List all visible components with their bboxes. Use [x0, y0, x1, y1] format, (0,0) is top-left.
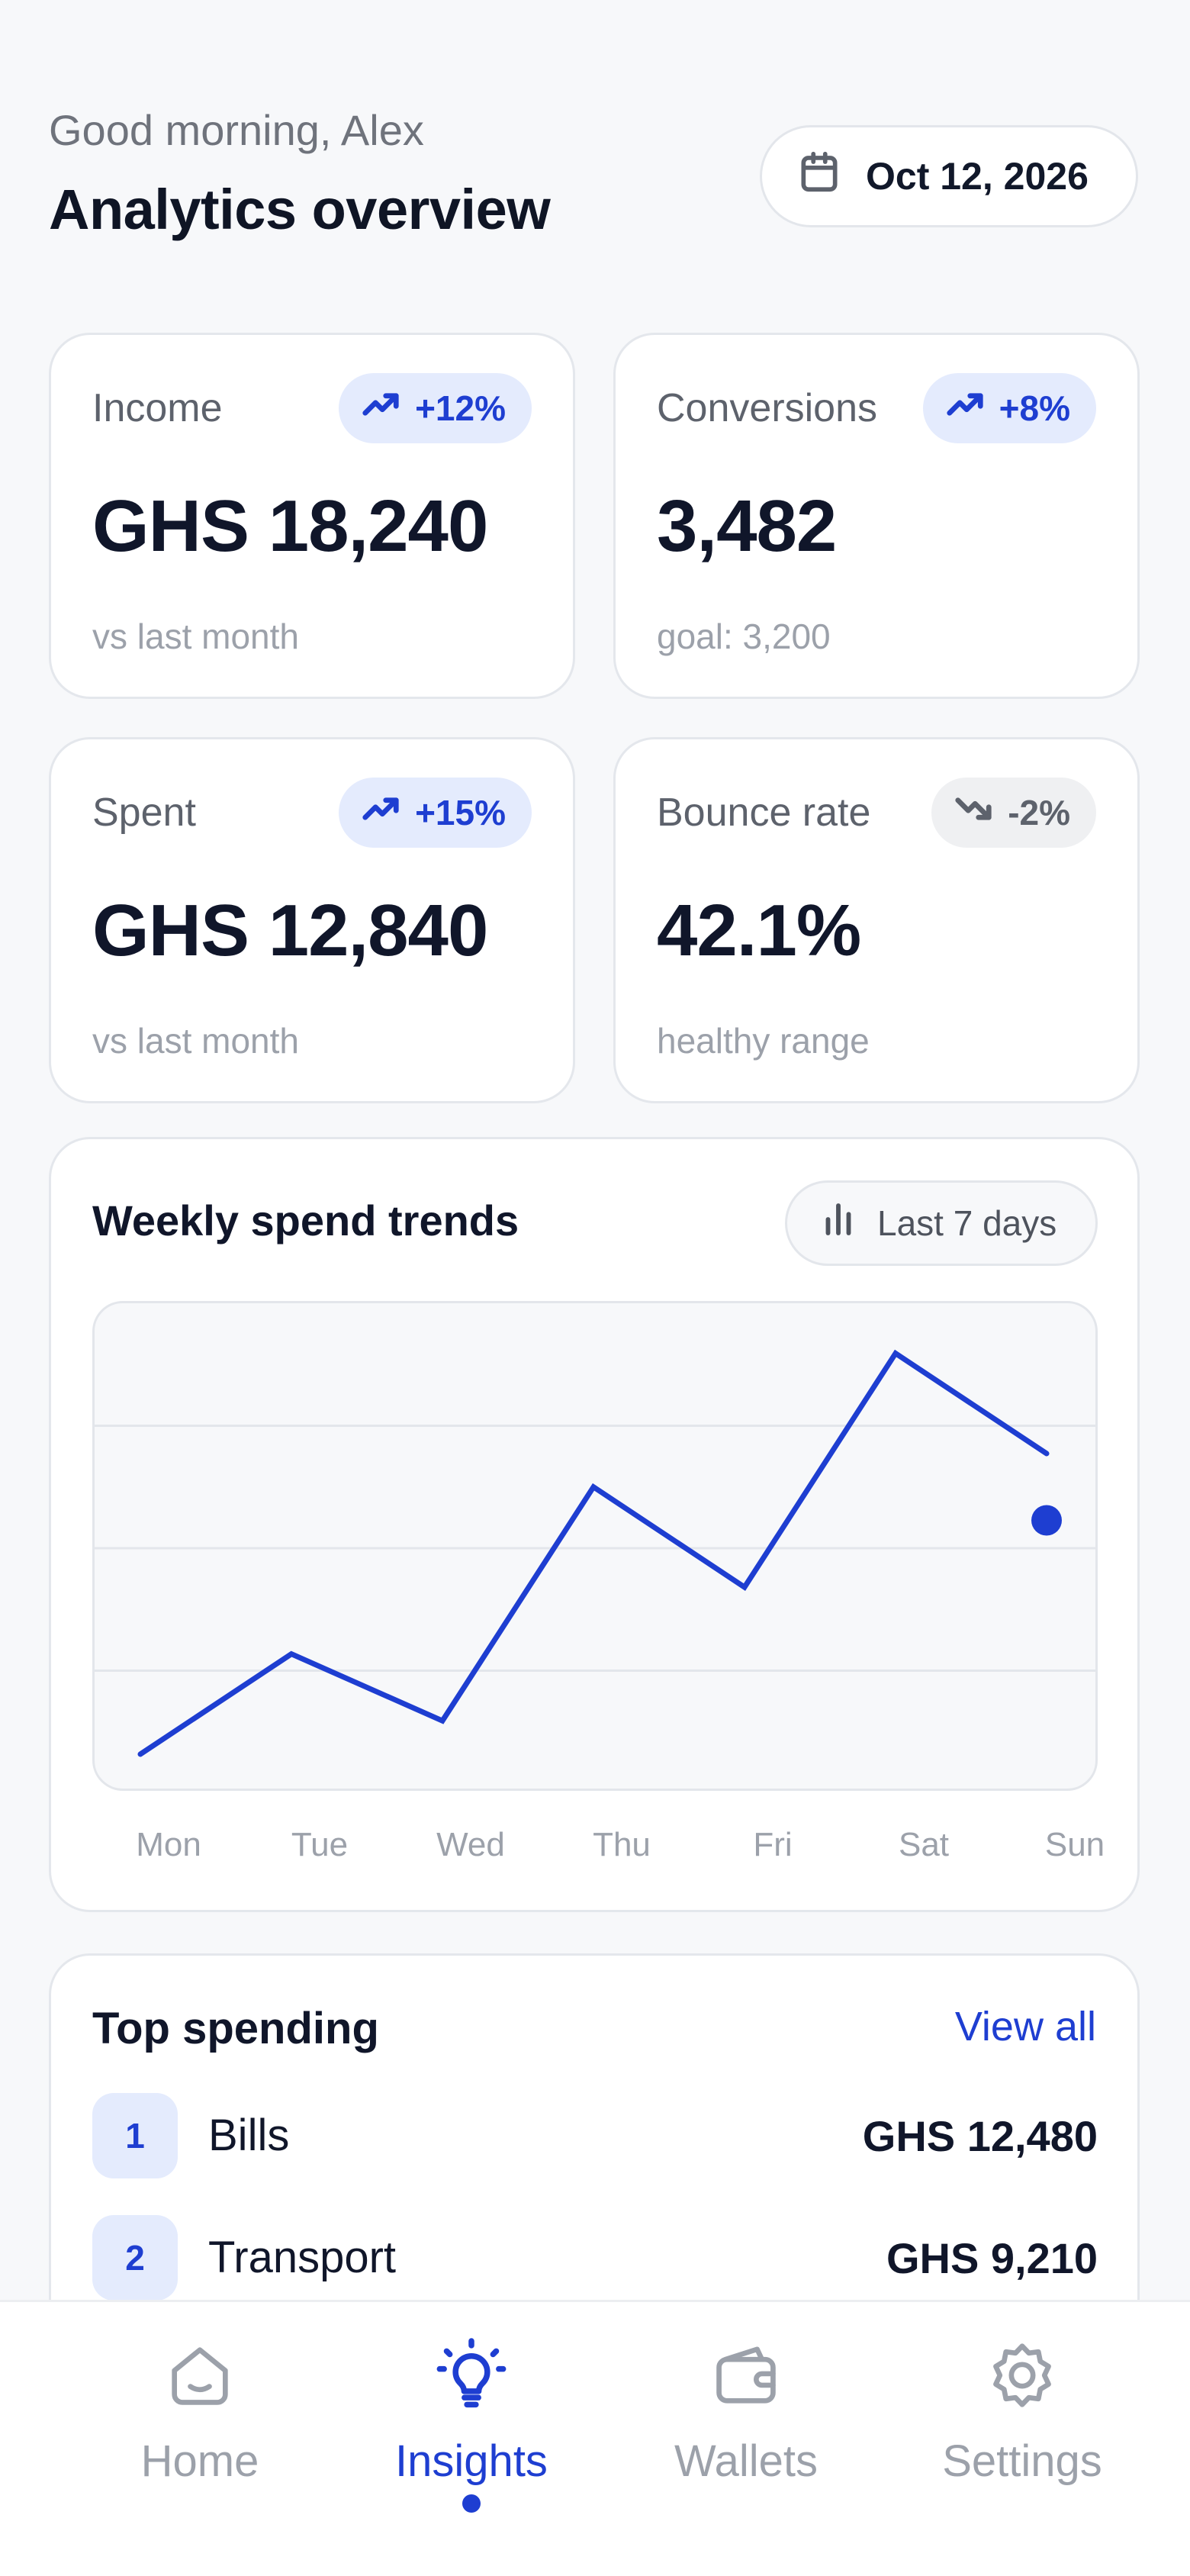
stat-value: 42.1% [657, 890, 861, 971]
stat-label: Spent [92, 791, 196, 835]
rank-badge: 1 [92, 2093, 178, 2178]
stat-card-conversions[interactable]: Conversions +8% 3,482 goal: 3,200 [613, 333, 1140, 699]
chart-title: Weekly spend trends [92, 1196, 519, 1245]
stat-card-spent[interactable]: Spent +15% GHS 12,840 vs last month [49, 737, 575, 1103]
trending-up-icon [360, 384, 401, 433]
list-item[interactable]: 2 Transport GHS 9,210 [92, 2215, 1098, 2301]
gear-icon [984, 2337, 1060, 2417]
trending-up-icon [944, 384, 986, 433]
x-tick-label: Fri [753, 1826, 793, 1863]
stat-label: Income [92, 386, 223, 430]
x-tick-label: Sat [898, 1826, 950, 1863]
x-tick-label: Sun [1044, 1826, 1105, 1863]
section-title: Top spending [92, 2004, 379, 2053]
date-range-label: Last 7 days [877, 1203, 1057, 1243]
stat-value: 3,482 [657, 485, 837, 567]
greeting-text: Good morning, Alex [49, 106, 424, 154]
line-chart [95, 1349, 1095, 1757]
category-amount: GHS 9,210 [886, 2234, 1098, 2282]
list-item[interactable]: 1 Bills GHS 12,480 [92, 2093, 1098, 2178]
stat-card-income[interactable]: Income +12% GHS 18,240 vs last month [49, 333, 575, 699]
active-indicator [462, 2494, 481, 2513]
nav-item-wallets[interactable]: Wallets [632, 2337, 860, 2487]
x-axis: Mon Tue Wed Thu Fri Sat Sun [51, 1826, 1142, 1872]
nav-label: Settings [942, 2436, 1102, 2486]
highlight-point[interactable] [1031, 1505, 1062, 1536]
stat-value: GHS 12,840 [92, 890, 488, 971]
stat-subtext: vs last month [92, 617, 299, 656]
calendar-icon [796, 148, 843, 204]
trend-badge: +15% [339, 778, 532, 848]
x-tick-label: Wed [436, 1826, 505, 1863]
home-icon [162, 2337, 238, 2417]
date-picker-button[interactable]: Oct 12, 2026 [760, 125, 1138, 227]
lightbulb-icon [433, 2337, 510, 2417]
chart-plot-area [92, 1301, 1098, 1791]
weekly-spend-card: Weekly spend trends Last 7 days Mon Tue We… [49, 1137, 1140, 1912]
x-tick-label: Thu [593, 1826, 651, 1863]
x-tick-label: Tue [291, 1826, 349, 1863]
bar-chart-icon [818, 1199, 859, 1248]
nav-item-home[interactable]: Home [85, 2337, 314, 2487]
date-label: Oct 12, 2026 [866, 155, 1089, 198]
stat-subtext: healthy range [657, 1021, 870, 1061]
date-range-button[interactable]: Last 7 days [785, 1180, 1098, 1266]
stat-subtext: goal: 3,200 [657, 617, 831, 656]
nav-label: Home [140, 2436, 259, 2486]
view-all-link[interactable]: View all [955, 2003, 1096, 2050]
category-name: Bills [208, 2111, 290, 2160]
trend-badge: +12% [339, 373, 532, 443]
bottom-nav: Home Insights Wallets Settings [0, 2300, 1190, 2576]
nav-label: Insights [395, 2436, 548, 2486]
series-line [137, 1349, 1050, 1757]
category-name: Transport [208, 2233, 397, 2282]
stat-subtext: vs last month [92, 1021, 299, 1061]
trend-badge: +8% [922, 373, 1096, 443]
trend-badge: -2% [931, 778, 1096, 848]
trending-up-icon [360, 788, 401, 838]
wallet-icon [708, 2337, 784, 2417]
stat-value: GHS 18,240 [92, 485, 488, 567]
x-tick-label: Mon [136, 1826, 201, 1863]
stat-card-bounce-rate[interactable]: Bounce rate -2% 42.1% healthy range [613, 737, 1140, 1103]
rank-badge: 2 [92, 2215, 178, 2301]
stat-label: Bounce rate [657, 791, 871, 835]
stat-label: Conversions [657, 386, 878, 430]
nav-item-insights[interactable]: Insights [357, 2337, 586, 2513]
category-amount: GHS 12,480 [862, 2112, 1098, 2160]
page-title: Analytics overview [49, 178, 551, 241]
trending-down-icon [953, 788, 994, 838]
nav-label: Wallets [674, 2436, 818, 2486]
nav-item-settings[interactable]: Settings [908, 2337, 1137, 2487]
